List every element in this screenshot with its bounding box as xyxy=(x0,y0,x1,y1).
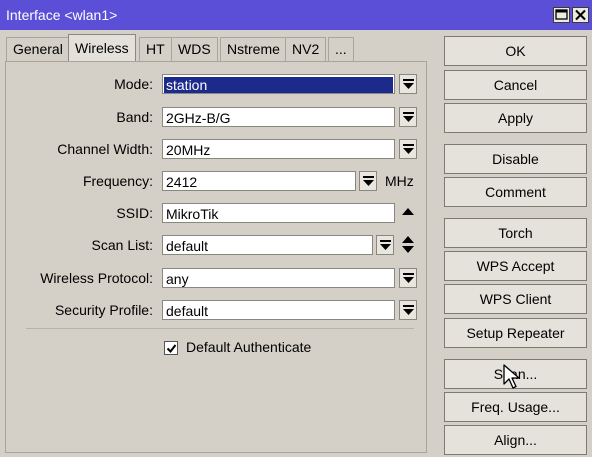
channel-width-label: Channel Width: xyxy=(57,141,153,157)
dropdown-arrow-icon xyxy=(403,305,414,315)
apply-button[interactable]: Apply xyxy=(444,103,587,133)
frequency-dropdown-button[interactable] xyxy=(359,171,377,191)
title-bar[interactable]: Interface <wlan1> xyxy=(0,0,592,30)
band-select[interactable]: 2GHz-B/G xyxy=(162,107,395,127)
mode-dropdown-button[interactable] xyxy=(399,74,417,94)
mode-label: Mode: xyxy=(114,76,153,92)
interface-window: Interface <wlan1> General Wireless HT WD… xyxy=(0,0,592,457)
dropdown-arrow-icon xyxy=(403,112,414,122)
wps-accept-button[interactable]: WPS Accept xyxy=(444,251,587,281)
checkmark-icon xyxy=(166,344,177,354)
ssid-input[interactable]: MikroTik xyxy=(162,203,395,223)
dropdown-arrow-icon xyxy=(403,273,414,283)
frequency-unit: MHz xyxy=(385,173,414,189)
tab-wireless[interactable]: Wireless xyxy=(68,34,136,62)
dropdown-arrow-icon xyxy=(363,176,374,186)
close-icon xyxy=(575,9,586,21)
setup-repeater-button[interactable]: Setup Repeater xyxy=(444,318,587,348)
maximize-button[interactable] xyxy=(553,7,570,23)
wireless-protocol-label: Wireless Protocol: xyxy=(40,270,153,286)
band-dropdown-button[interactable] xyxy=(399,107,417,127)
cancel-button[interactable]: Cancel xyxy=(444,70,587,100)
form-divider xyxy=(26,328,414,329)
wireless-protocol-select[interactable]: any xyxy=(162,268,395,288)
band-label: Band: xyxy=(116,109,153,125)
mouse-pointer-icon xyxy=(503,364,520,389)
up-down-arrows-icon[interactable] xyxy=(402,236,414,253)
dropdown-arrow-icon xyxy=(403,79,414,89)
mode-value: station xyxy=(164,77,393,93)
wireless-protocol-dropdown-button[interactable] xyxy=(399,268,417,288)
ok-button[interactable]: OK xyxy=(444,36,587,66)
tab-nstreme[interactable]: Nstreme xyxy=(220,37,287,61)
tab-nv2[interactable]: NV2 xyxy=(285,37,327,61)
tab-wds[interactable]: WDS xyxy=(171,37,218,61)
scan-list-label: Scan List: xyxy=(91,237,153,253)
security-profile-dropdown-button[interactable] xyxy=(399,300,417,320)
frequency-select[interactable]: 2412 xyxy=(162,171,356,191)
scan-list-select[interactable]: default xyxy=(162,235,373,255)
default-authenticate-label: Default Authenticate xyxy=(186,339,312,355)
tab-general[interactable]: General xyxy=(6,37,70,61)
dropdown-arrow-icon xyxy=(380,240,391,250)
wps-client-button[interactable]: WPS Client xyxy=(444,284,587,314)
align-button[interactable]: Align... xyxy=(444,425,587,455)
tab-more[interactable]: ... xyxy=(328,37,354,61)
close-button[interactable] xyxy=(572,7,589,23)
tab-ht[interactable]: HT xyxy=(139,37,172,61)
dropdown-arrow-icon xyxy=(403,144,414,154)
mode-select[interactable]: station xyxy=(162,74,395,94)
ssid-label: SSID: xyxy=(116,205,153,221)
default-authenticate-checkbox[interactable] xyxy=(164,341,178,355)
collapse-up-icon[interactable] xyxy=(402,208,414,216)
channel-width-dropdown-button[interactable] xyxy=(399,139,417,159)
security-profile-label: Security Profile: xyxy=(54,302,153,318)
scan-list-dropdown-button[interactable] xyxy=(376,235,394,255)
freq-usage-button[interactable]: Freq. Usage... xyxy=(444,392,587,422)
maximize-icon xyxy=(555,9,568,20)
window-title: Interface <wlan1> xyxy=(6,7,118,23)
disable-button[interactable]: Disable xyxy=(444,144,587,174)
frequency-label: Frequency: xyxy=(82,173,153,189)
torch-button[interactable]: Torch xyxy=(444,218,587,248)
comment-button[interactable]: Comment xyxy=(444,177,587,207)
channel-width-select[interactable]: 20MHz xyxy=(162,139,395,159)
security-profile-select[interactable]: default xyxy=(162,300,395,320)
